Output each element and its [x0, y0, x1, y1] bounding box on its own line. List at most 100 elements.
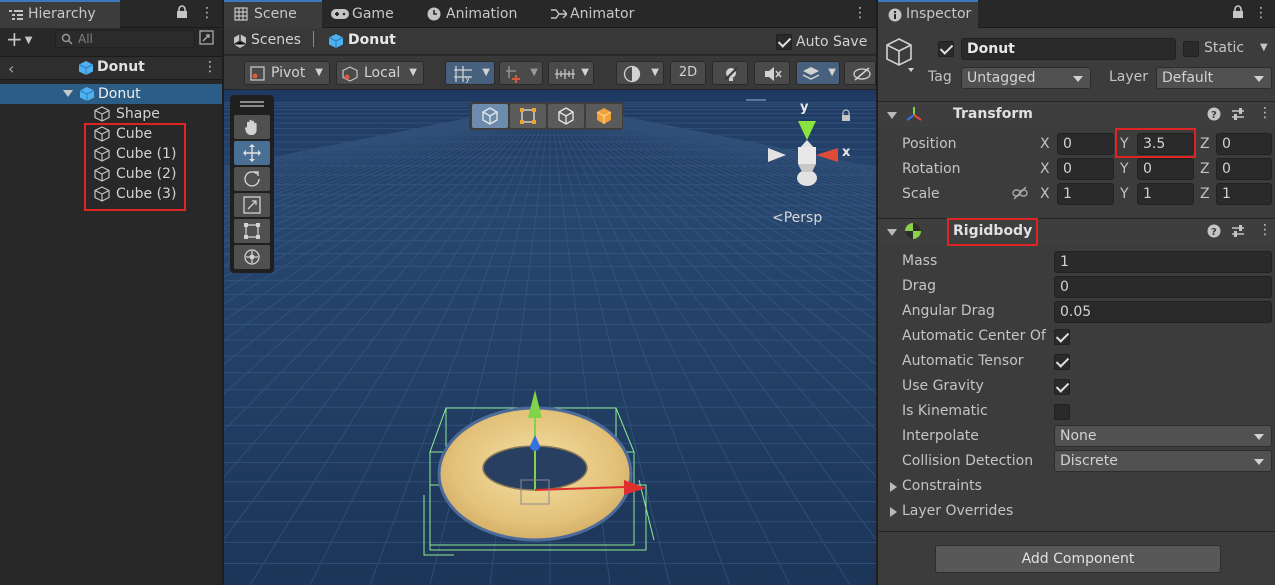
static-chevron-icon[interactable]: ▼ [1260, 42, 1268, 53]
position-z-label[interactable]: Z [1200, 136, 1210, 152]
constrain-proportions-icon[interactable] [1012, 186, 1028, 200]
hierarchy-item-donut[interactable]: Donut [0, 84, 222, 104]
transform-tool-button[interactable] [234, 245, 270, 269]
breadcrumb-scenes[interactable]: Scenes [251, 32, 301, 48]
angular-drag-field[interactable]: 0.05 [1054, 301, 1272, 323]
scale-x-field[interactable]: 1 [1057, 183, 1114, 205]
scale-y-field[interactable]: 1 [1137, 183, 1194, 205]
scale-z-field[interactable]: 1 [1216, 183, 1272, 205]
scene-visibility-button[interactable] [844, 61, 876, 85]
palette-handle[interactable] [240, 101, 264, 107]
presets-icon[interactable] [1231, 107, 1245, 121]
ruler-button[interactable]: ▼ [548, 61, 594, 85]
pivot-edit-button[interactable] [586, 104, 622, 128]
add-component-button[interactable]: Add Component [935, 545, 1221, 573]
object-name-field[interactable]: Donut [961, 38, 1176, 60]
lock-icon[interactable] [1232, 5, 1246, 21]
space-dropdown[interactable]: Local ▼ [336, 61, 424, 85]
hand-tool-button[interactable] [234, 115, 270, 139]
layer-dropdown[interactable]: Default [1156, 67, 1272, 89]
static-checkbox[interactable] [1183, 41, 1199, 57]
bounds-edit-button[interactable] [510, 104, 546, 128]
interpolate-dropdown[interactable]: None [1054, 425, 1272, 447]
help-icon[interactable]: ? [1207, 107, 1221, 121]
component-menu-icon[interactable]: ⋮ [1258, 222, 1272, 238]
tab-scene[interactable]: Scene [224, 0, 322, 28]
foldout-arrow-icon[interactable] [887, 112, 897, 119]
position-x-label[interactable]: X [1040, 136, 1050, 152]
2d-mode-button[interactable]: 2D [670, 61, 706, 85]
perspective-label[interactable]: <Persp [772, 210, 822, 226]
tag-dropdown[interactable]: Untagged [961, 67, 1091, 89]
hierarchy-item-cube-1[interactable]: Cube (1) [0, 144, 222, 164]
constraints-foldout[interactable]: Constraints [888, 476, 1188, 498]
rotation-x-field[interactable]: 0 [1057, 158, 1114, 180]
is-kinematic-checkbox[interactable] [1054, 404, 1070, 420]
rigidbody-header[interactable]: Rigidbody ? ⋮ [878, 218, 1275, 244]
position-x-field[interactable]: 0 [1057, 133, 1114, 155]
hierarchy-item-cube[interactable]: Cube [0, 124, 222, 144]
auto-com-checkbox[interactable] [1054, 329, 1070, 345]
breadcrumb-donut[interactable]: Donut [348, 32, 396, 48]
lock-icon[interactable] [176, 5, 190, 21]
presets-icon[interactable] [1231, 224, 1245, 238]
rect-tool-button[interactable] [234, 219, 270, 243]
audio-button[interactable] [754, 61, 790, 85]
move-tool-button[interactable] [234, 141, 270, 165]
hierarchy-menu-icon[interactable]: ⋮ [200, 5, 214, 21]
hierarchy-item-cube-2[interactable]: Cube (2) [0, 164, 222, 184]
shading-mode-button[interactable]: ▼ [616, 61, 664, 85]
mesh-edit-button[interactable] [548, 104, 584, 128]
help-icon[interactable]: ? [1207, 224, 1221, 238]
collision-detection-dropdown[interactable]: Discrete [1054, 450, 1272, 472]
position-y-label[interactable]: Y [1120, 136, 1129, 152]
tab-animation[interactable]: Animation [418, 0, 538, 28]
search-options-icon[interactable] [199, 30, 215, 48]
active-checkbox[interactable] [938, 41, 954, 57]
component-menu-icon[interactable]: ⋮ [1258, 105, 1272, 121]
rotation-z-label[interactable]: Z [1200, 161, 1210, 177]
drag-field[interactable]: 0 [1054, 276, 1272, 298]
back-arrow-icon[interactable]: ‹ [8, 59, 14, 78]
pivot-dropdown[interactable]: Pivot ▼ [244, 61, 330, 85]
hierarchy-item-cube-3[interactable]: Cube (3) [0, 184, 222, 204]
scale-z-label[interactable]: Z [1200, 186, 1210, 202]
scene-viewport[interactable]: y x <Persp [224, 90, 876, 585]
increment-snap-button[interactable]: ▼ [499, 61, 543, 85]
collider-edit-button[interactable] [472, 104, 508, 128]
add-object-button[interactable]: + ▼ [6, 29, 42, 49]
auto-save-checkbox[interactable] [776, 34, 792, 50]
position-z-field[interactable]: 0 [1216, 133, 1272, 155]
tab-animator[interactable]: Animator [542, 0, 652, 28]
position-y-field[interactable]: 3.5 [1137, 133, 1194, 155]
scale-y-label[interactable]: Y [1120, 186, 1129, 202]
hierarchy-search-input[interactable]: All [55, 30, 195, 48]
mass-field[interactable]: 1 [1054, 251, 1272, 273]
use-gravity-checkbox[interactable] [1054, 379, 1070, 395]
lighting-button[interactable] [712, 61, 748, 85]
rotation-z-field[interactable]: 0 [1216, 158, 1272, 180]
layer-overrides-foldout[interactable]: Layer Overrides [888, 501, 1188, 523]
grid-snap-button[interactable]: y ▼ [445, 61, 495, 85]
tab-inspector[interactable]: Inspector [878, 0, 978, 28]
hierarchy-scene-header[interactable]: ‹ Donut ⋮ [0, 56, 222, 80]
foldout-arrow-icon[interactable] [887, 229, 897, 236]
transform-header[interactable]: Transform ? ⋮ [878, 101, 1275, 127]
inspector-menu-icon[interactable]: ⋮ [1254, 5, 1268, 21]
scale-x-label[interactable]: X [1040, 186, 1050, 202]
tab-hierarchy[interactable]: Hierarchy [0, 0, 120, 28]
foldout-arrow-icon[interactable] [890, 482, 897, 492]
rotation-y-field[interactable]: 0 [1137, 158, 1194, 180]
gameobject-cube-icon[interactable] [886, 38, 916, 74]
effects-button[interactable]: ▼ [796, 61, 840, 85]
rotation-x-label[interactable]: X [1040, 161, 1050, 177]
rotation-y-label[interactable]: Y [1120, 161, 1129, 177]
hierarchy-item-shape[interactable]: Shape [0, 104, 222, 124]
scale-tool-button[interactable] [234, 193, 270, 217]
rotate-tool-button[interactable] [234, 167, 270, 191]
scene-menu-icon[interactable]: ⋮ [853, 5, 867, 21]
auto-tensor-checkbox[interactable] [1054, 354, 1070, 370]
foldout-arrow-icon[interactable] [890, 507, 897, 517]
tab-game[interactable]: Game [322, 0, 418, 28]
scene-root-menu-icon[interactable]: ⋮ [203, 59, 217, 75]
